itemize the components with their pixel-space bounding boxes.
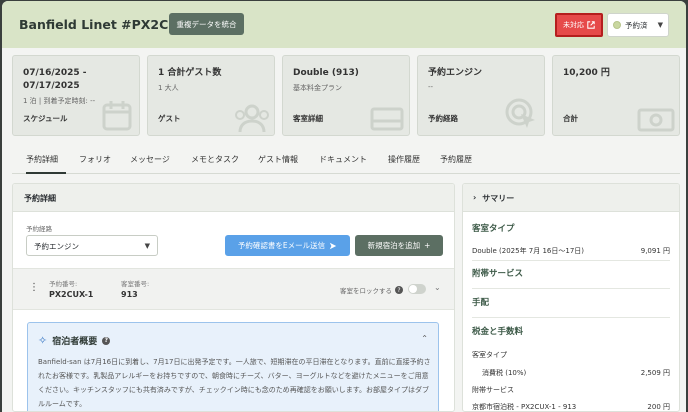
email-confirmation-button[interactable]: 予約確認書をEメール送信 xyxy=(225,235,350,256)
help-icon: ? xyxy=(395,286,403,294)
summary-title: サマリー xyxy=(482,194,515,203)
overview-cards: 07/16/2025 -07/17/2025 1 泊 | 到着予定時刻: -- … xyxy=(12,55,680,136)
room-type-heading: 客室タイプ xyxy=(472,224,515,234)
calendar-icon xyxy=(102,101,132,131)
chevron-right-icon: › xyxy=(473,193,477,202)
status-dropdown[interactable]: 予約済 ▼ xyxy=(607,13,669,37)
help-icon: ? xyxy=(102,336,111,345)
guest-summary-box: ✧ 宿泊者概要 ? ⌃ Banfield-san は7月16日に到着し、7月17… xyxy=(27,322,439,411)
summary-header[interactable]: › サマリー xyxy=(463,184,679,212)
route-card: 予約エンジン -- 予約経路 xyxy=(417,55,545,136)
payment-heading: 手配 xyxy=(472,298,490,308)
stay-row: ⋮ 予約番号: PX2CUX-1 客室番号: 913 客室をロックする? ⌄ xyxy=(13,268,454,310)
guest-label: ゲスト xyxy=(158,114,181,123)
addon-heading: 附帯サービス xyxy=(472,269,524,279)
reservation-number: PX2CUX-1 xyxy=(49,290,94,299)
chevron-up-icon[interactable]: ⌃ xyxy=(421,334,428,343)
reservation-details-panel: 予約詳細 予約経路 予約エンジン ▼ 予約確認書をEメール送信 新規宿泊を追加 … xyxy=(12,183,455,412)
tab-activity-log[interactable]: 操作履歴 xyxy=(388,146,420,174)
divider xyxy=(472,288,670,289)
caret-down-icon: ▼ xyxy=(144,242,150,250)
tab-messages[interactable]: メッセージ xyxy=(130,146,170,174)
room-charge-line: Double (2025年 7月 16日～17日) 9,091 円 xyxy=(472,247,670,255)
guest-summary-text: Banfield-san は7月16日に到着し、7月17日に出発予定です。一人旅… xyxy=(38,358,431,408)
total-card: 10,200 円 合計 xyxy=(552,55,680,136)
details-title: 予約詳細 xyxy=(13,184,454,212)
schedule-card: 07/16/2025 -07/17/2025 1 泊 | 到着予定時刻: -- … xyxy=(12,55,140,136)
guest-sub: 1 大人 xyxy=(158,84,179,92)
reservation-number-label: 予約番号: xyxy=(49,280,78,288)
chevron-down-icon[interactable]: ⌄ xyxy=(434,283,441,292)
schedule-label: スケジュール xyxy=(23,114,68,123)
tab-folio[interactable]: フォリオ xyxy=(79,146,111,174)
guest-card: 1 合計ゲスト数 1 大人 ゲスト xyxy=(147,55,275,136)
room-number: 913 xyxy=(121,290,138,299)
room-icon xyxy=(370,107,404,131)
guest-total: 1 合計ゲスト数 xyxy=(158,68,222,78)
route-field-label: 予約経路 xyxy=(26,225,52,233)
room-label: 客室詳細 xyxy=(293,114,323,123)
room-rate-plan: 基本料金プラン xyxy=(293,84,342,92)
schedule-sub: 1 泊 | 到着予定時刻: -- xyxy=(23,97,96,105)
external-link-icon xyxy=(587,21,595,29)
add-stay-label: 新規宿泊を追加 xyxy=(367,241,421,250)
caret-down-icon: ▼ xyxy=(657,21,663,29)
tab-documents[interactable]: ドキュメント xyxy=(319,146,367,174)
route-label: 予約経路 xyxy=(428,114,458,123)
route-sub: -- xyxy=(428,83,434,91)
schedule-dates: 07/16/2025 -07/17/2025 xyxy=(23,68,87,91)
tax-heading: 税金と手数料 xyxy=(472,327,524,337)
cursor-click-icon xyxy=(505,98,535,128)
cash-icon xyxy=(637,108,675,132)
divider xyxy=(472,260,670,261)
plus-icon: + xyxy=(424,241,431,250)
unhandled-button[interactable]: 未対応 xyxy=(555,13,603,37)
accommodation-tax-line: 京都市宿泊税 - PX2CUX-1 - 913 200 円 xyxy=(472,403,670,411)
merge-duplicates-button[interactable]: 重複データを統合 xyxy=(169,13,244,35)
tab-notes-tasks[interactable]: メモとタスク xyxy=(191,146,239,174)
room-number-label: 客室番号: xyxy=(121,280,150,288)
tab-reservation-history[interactable]: 予約履歴 xyxy=(440,146,472,174)
tax-sub-addon: 附帯サービス xyxy=(472,386,514,394)
summary-panel: › サマリー 客室タイプ Double (2025年 7月 16日～17日) 9,… xyxy=(462,183,680,412)
room-type: Double (913) xyxy=(293,68,359,78)
route-select[interactable]: 予約エンジン ▼ xyxy=(26,235,158,256)
reservation-header: Banfield Linet #PX2CUX-1 重複データを統合 未対応 予約… xyxy=(2,1,686,48)
send-icon xyxy=(329,242,337,249)
tax-sub-room: 客室タイプ xyxy=(472,351,507,359)
users-icon xyxy=(235,104,269,133)
guest-summary-title: ✧ 宿泊者概要 ? xyxy=(38,334,111,347)
status-dot-icon xyxy=(613,21,621,29)
lock-room-label: 客室をロックする? xyxy=(340,285,403,295)
email-button-label: 予約確認書をEメール送信 xyxy=(237,241,326,250)
tab-details[interactable]: 予約詳細 xyxy=(26,146,66,174)
status-label: 予約済 xyxy=(625,20,648,30)
route-select-value: 予約エンジン xyxy=(34,242,79,251)
sparkle-icon: ✧ xyxy=(38,334,48,347)
tab-guest-info[interactable]: ゲスト情報 xyxy=(258,146,298,174)
total-value: 10,200 円 xyxy=(563,68,610,78)
unhandled-label: 未対応 xyxy=(563,21,584,29)
total-label: 合計 xyxy=(563,114,578,123)
route-value: 予約エンジン xyxy=(428,68,483,78)
reservation-sheet: Banfield Linet #PX2CUX-1 重複データを統合 未対応 予約… xyxy=(2,1,686,412)
kebab-menu-icon[interactable]: ⋮ xyxy=(29,282,39,293)
add-stay-button[interactable]: 新規宿泊を追加 + xyxy=(355,235,443,256)
lock-room-toggle[interactable] xyxy=(408,284,426,294)
room-card: Double (913) 基本料金プラン 客室詳細 xyxy=(282,55,410,136)
reservation-tabs: 予約詳細 フォリオ メッセージ メモとタスク ゲスト情報 ドキュメント 操作履歴… xyxy=(12,146,680,174)
consumption-tax-line: 消費税 (10%) 2,509 円 xyxy=(482,369,670,377)
divider xyxy=(472,317,670,318)
